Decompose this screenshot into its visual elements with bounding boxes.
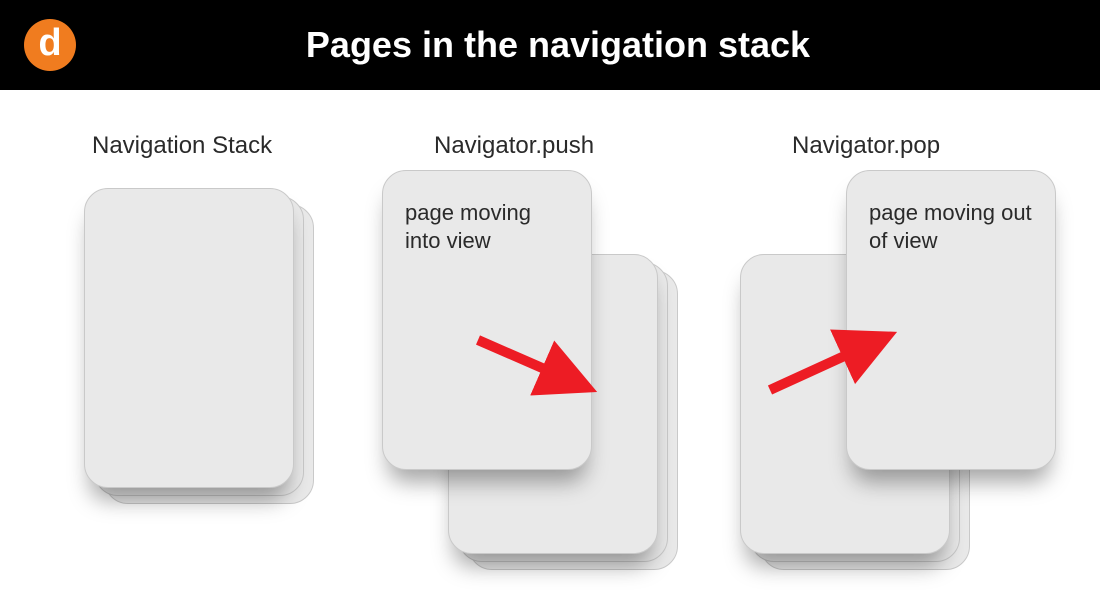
diagram-stage: Navigation Stack Navigator.push page mov…: [0, 90, 1100, 600]
column-title-push: Navigator.push: [434, 132, 594, 160]
brand-logo-letter: b: [38, 24, 61, 62]
pop-card-text: page moving out of view: [869, 199, 1033, 254]
header-bar: b Pages in the navigation stack: [0, 0, 1100, 90]
brand-logo-icon: b: [24, 19, 76, 71]
page-title: Pages in the navigation stack: [76, 24, 1100, 66]
push-incoming-card: page moving into view: [382, 170, 592, 470]
column-title-pop: Navigator.pop: [792, 132, 940, 160]
push-card-text: page moving into view: [405, 199, 569, 254]
column-title-stack: Navigation Stack: [92, 132, 272, 160]
pop-outgoing-card: page moving out of view: [846, 170, 1056, 470]
stack-1-card-front: [84, 188, 294, 488]
